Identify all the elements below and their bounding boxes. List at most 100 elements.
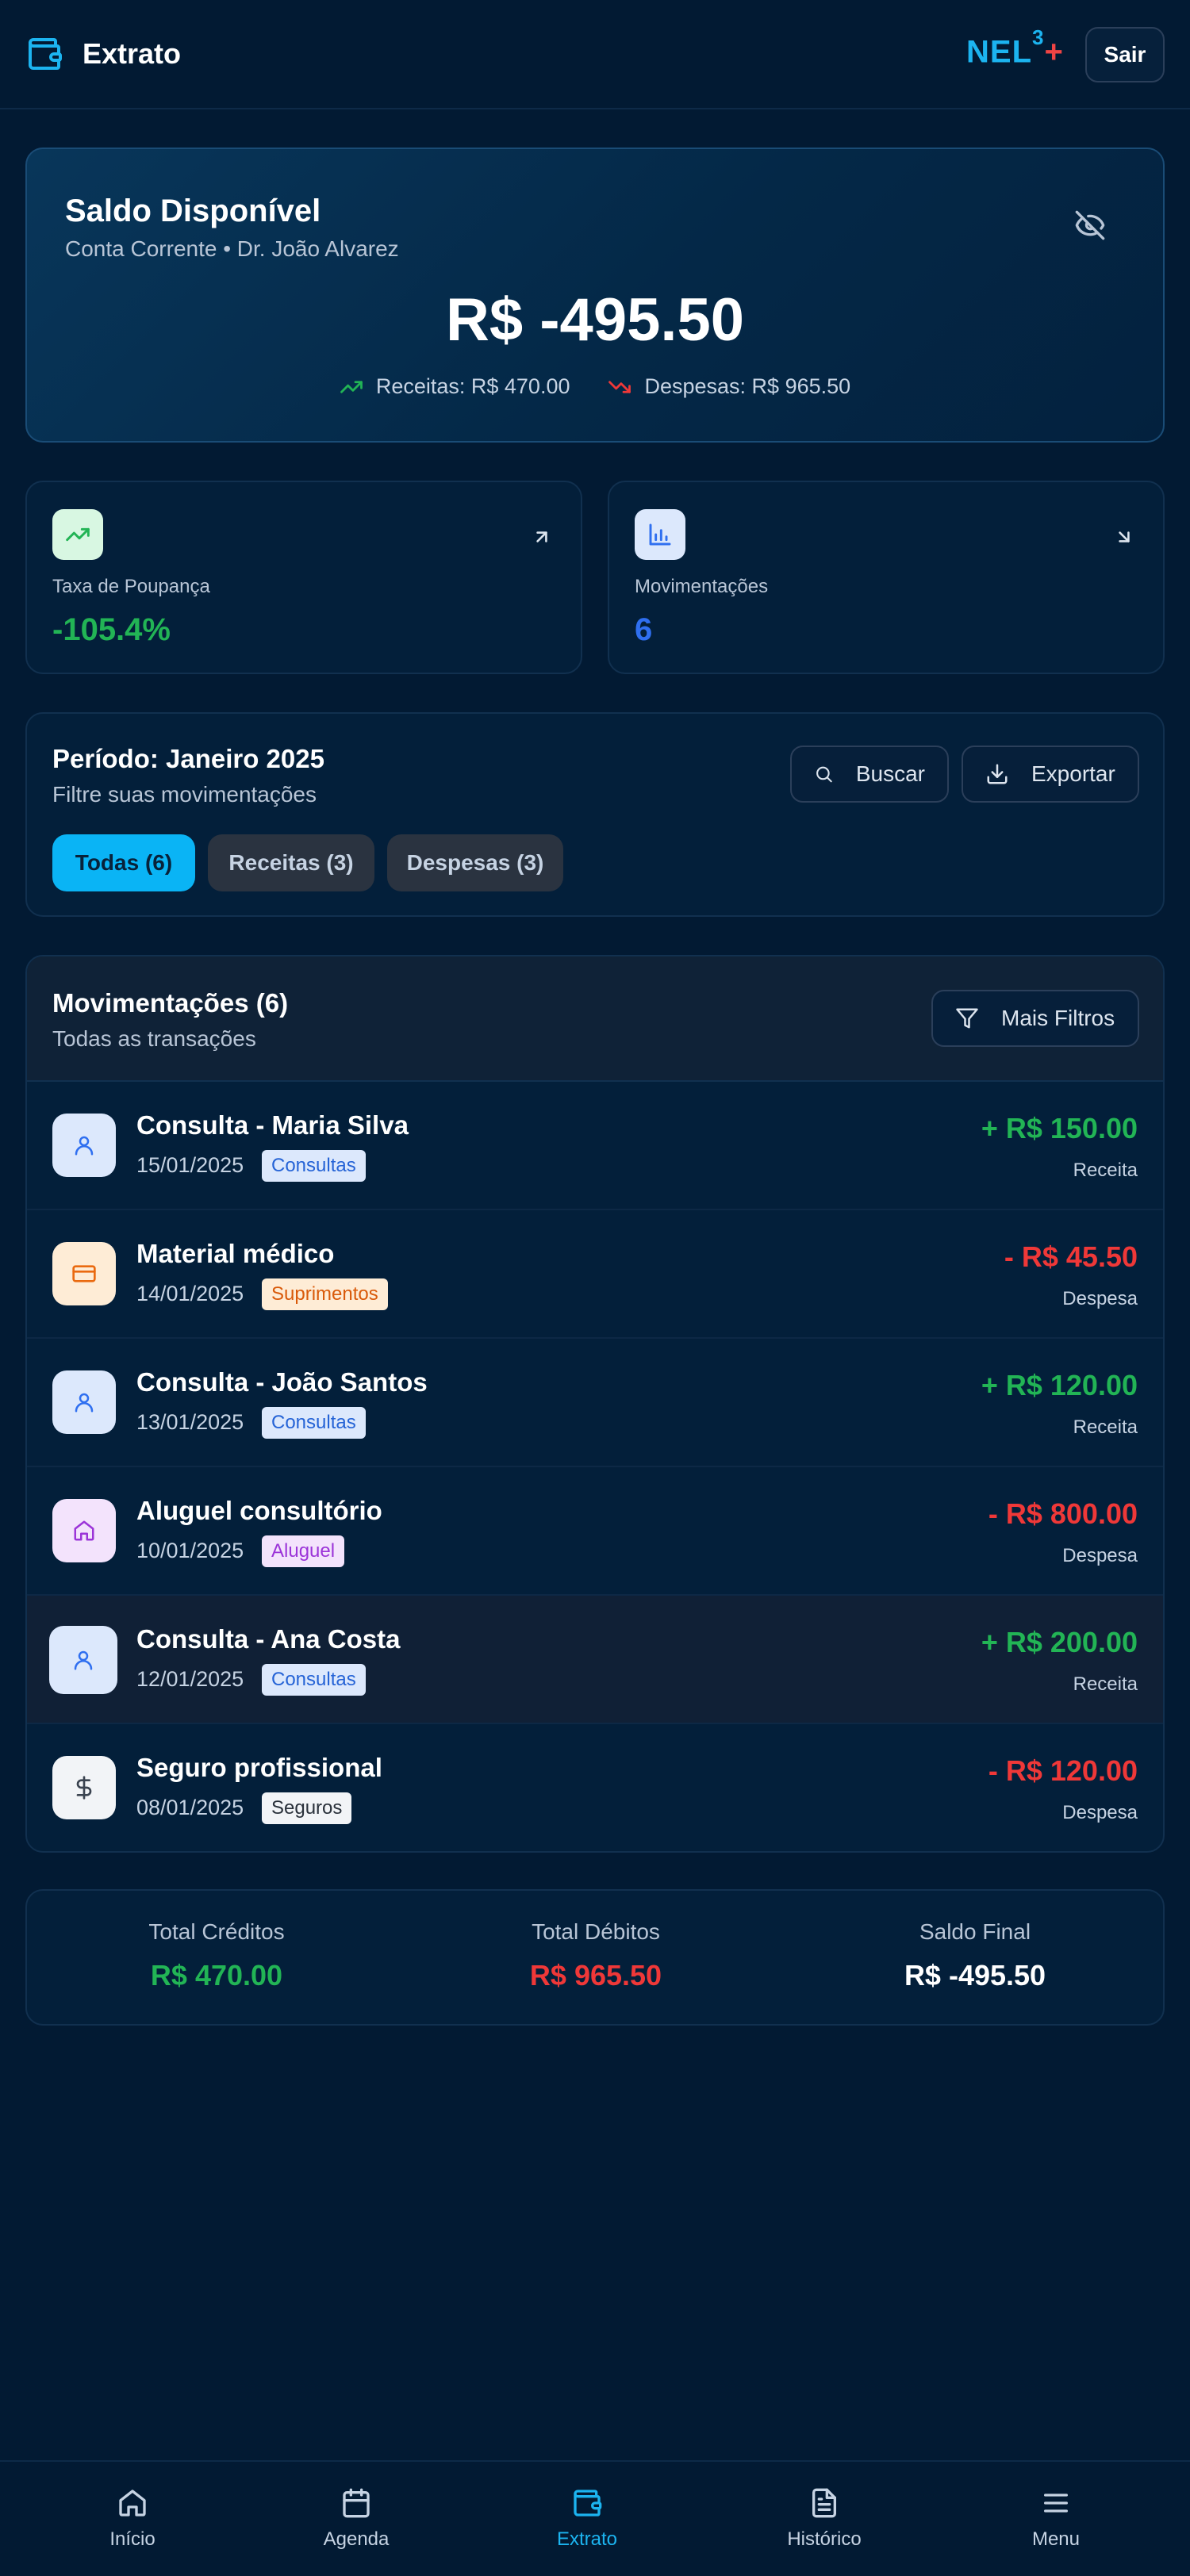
total-label: Total Débitos: [532, 1919, 660, 1944]
transaction-amount: - R$ 45.50: [1004, 1240, 1138, 1273]
page-title: Extrato: [83, 37, 182, 70]
filter-chip-income[interactable]: Receitas (3): [208, 834, 374, 891]
eye-off-icon[interactable]: [1074, 209, 1106, 241]
transaction-type: Despesa: [1062, 1288, 1138, 1309]
transaction-row[interactable]: Aluguel consultório 10/01/2025 Aluguel -…: [27, 1467, 1163, 1596]
menu-icon: [1044, 2494, 1068, 2513]
nav-label: Início: [109, 2528, 155, 2550]
totals-card: Total Créditos R$ 470.00 Total Débitos R…: [25, 1889, 1165, 2026]
period-title: Período: Janeiro 2025: [52, 744, 324, 773]
total-label: Total Créditos: [148, 1919, 285, 1944]
dollar-icon: [76, 1776, 92, 1800]
total-value: R$ -495.50: [904, 1959, 1046, 1991]
movements-subtitle: Todas as transações: [52, 1026, 256, 1051]
nav-label: Extrato: [556, 2528, 618, 2550]
stat-label: Movimentações: [635, 576, 769, 597]
wallet-icon: [574, 2490, 602, 2517]
transaction-date: 10/01/2025: [136, 1539, 244, 1562]
search-button[interactable]: Buscar: [790, 746, 949, 803]
transaction-type: Receita: [1073, 1673, 1138, 1695]
arrow-up-right-icon: [536, 531, 547, 542]
transaction-date: 12/01/2025: [136, 1667, 244, 1691]
filter-chip-expense[interactable]: Despesas (3): [387, 834, 563, 891]
transaction-amount: - R$ 120.00: [988, 1754, 1138, 1787]
nav-label: Histórico: [787, 2528, 862, 2550]
balance-summary: Receitas: R$ 470.00 Despesas: R$ 965.50: [27, 374, 1163, 399]
stat-value: 6: [635, 612, 653, 647]
user-icon: [74, 1650, 93, 1670]
download-icon: [987, 764, 1008, 784]
more-filters-label: Mais Filtros: [1001, 1006, 1115, 1030]
savings-rate-card[interactable]: Taxa de Poupança -105.4%: [25, 481, 582, 674]
logo-superscript: 3: [1032, 25, 1045, 49]
stat-icon-box: [52, 509, 103, 560]
nav-item-extrato[interactable]: Extrato: [539, 2487, 635, 2551]
transaction-amount: + R$ 120.00: [981, 1369, 1138, 1401]
period-filter-card: Período: Janeiro 2025 Filtre suas movime…: [25, 712, 1165, 917]
category-badge: Suprimentos: [262, 1278, 388, 1310]
nav-item-inicio[interactable]: Início: [85, 2487, 180, 2551]
user-icon: [75, 1136, 94, 1156]
transaction-row[interactable]: Consulta - Maria Silva 15/01/2025 Consul…: [27, 1082, 1163, 1210]
income-text: Receitas: R$ 470.00: [375, 374, 570, 398]
calendar-icon: [343, 2488, 370, 2518]
nav-item-agenda[interactable]: Agenda: [309, 2487, 404, 2551]
total-label: Saldo Final: [919, 1919, 1031, 1944]
balance-card: Saldo Disponível Conta Corrente • Dr. Jo…: [25, 148, 1165, 443]
nav-label: Menu: [1031, 2528, 1081, 2550]
transaction-icon-box: [52, 1242, 116, 1305]
nav-label: Agenda: [323, 2528, 390, 2550]
movements-card: Movimentações (6) Todas as transações Ma…: [25, 955, 1165, 1853]
transaction-row[interactable]: Consulta - Ana Costa 12/01/2025 Consulta…: [27, 1596, 1163, 1724]
transaction-date: 13/01/2025: [136, 1410, 244, 1434]
balance-title: Saldo Disponível: [65, 194, 321, 228]
export-label: Exportar: [1031, 761, 1115, 786]
transaction-name: Consulta - Maria Silva: [136, 1110, 409, 1140]
filter-icon: [956, 1008, 978, 1029]
transaction-name: Seguro profissional: [136, 1753, 382, 1782]
transaction-icon-box: [52, 1114, 116, 1177]
balance-subtitle: Conta Corrente • Dr. João Alvarez: [65, 236, 399, 261]
category-badge: Seguros: [262, 1792, 352, 1824]
transaction-amount: - R$ 800.00: [988, 1497, 1138, 1530]
transaction-type: Receita: [1073, 1160, 1138, 1181]
expense-summary: Despesas: R$ 965.50: [608, 374, 850, 399]
export-button[interactable]: Exportar: [962, 746, 1139, 803]
credit-card-icon: [72, 1265, 96, 1282]
final-balance: Saldo Final R$ -495.50: [785, 1919, 1165, 1992]
total-debits: Total Débitos R$ 965.50: [406, 1919, 785, 1992]
nav-item-menu[interactable]: Menu: [1008, 2487, 1104, 2551]
home-icon: [74, 1520, 94, 1541]
total-value: R$ 470.00: [150, 1959, 283, 1991]
nav-item-historico[interactable]: Histórico: [777, 2487, 872, 2551]
transaction-amount: + R$ 150.00: [981, 1112, 1138, 1144]
more-filters-button[interactable]: Mais Filtros: [931, 990, 1139, 1047]
transaction-name: Consulta - João Santos: [136, 1367, 428, 1397]
total-credits: Total Créditos R$ 470.00: [27, 1919, 406, 1992]
trending-up-icon: [66, 527, 90, 542]
user-icon: [75, 1393, 94, 1413]
logout-button[interactable]: Sair: [1085, 27, 1165, 82]
category-badge: Consultas: [262, 1150, 366, 1182]
transaction-icon-box: [52, 1756, 116, 1819]
trending-up-icon: [340, 380, 363, 393]
transaction-date: 15/01/2025: [136, 1153, 244, 1177]
wallet-icon: [29, 38, 62, 70]
arrow-down-right-icon: [1119, 531, 1130, 542]
file-text-icon: [812, 2488, 836, 2518]
transaction-date: 08/01/2025: [136, 1796, 244, 1819]
movements-title: Movimentações (6): [52, 988, 289, 1018]
expense-text: Despesas: R$ 965.50: [644, 374, 851, 398]
filter-chip-all[interactable]: Todas (6): [52, 834, 195, 891]
transaction-row[interactable]: Consulta - João Santos 13/01/2025 Consul…: [27, 1339, 1163, 1467]
income-summary: Receitas: R$ 470.00: [340, 374, 570, 399]
transaction-name: Aluguel consultório: [136, 1496, 382, 1525]
movements-header: Movimentações (6) Todas as transações Ma…: [27, 956, 1163, 1082]
transaction-icon-box: [52, 1499, 116, 1562]
home-icon: [119, 2490, 146, 2517]
movements-count-card[interactable]: Movimentações 6: [608, 481, 1165, 674]
transaction-row[interactable]: Seguro profissional 08/01/2025 Seguros -…: [27, 1724, 1163, 1851]
transaction-row[interactable]: Material médico 14/01/2025 Suprimentos -…: [27, 1210, 1163, 1339]
trending-down-icon: [608, 380, 631, 393]
bottom-nav: Início Agenda Extrato Histórico Menu: [0, 2460, 1190, 2576]
